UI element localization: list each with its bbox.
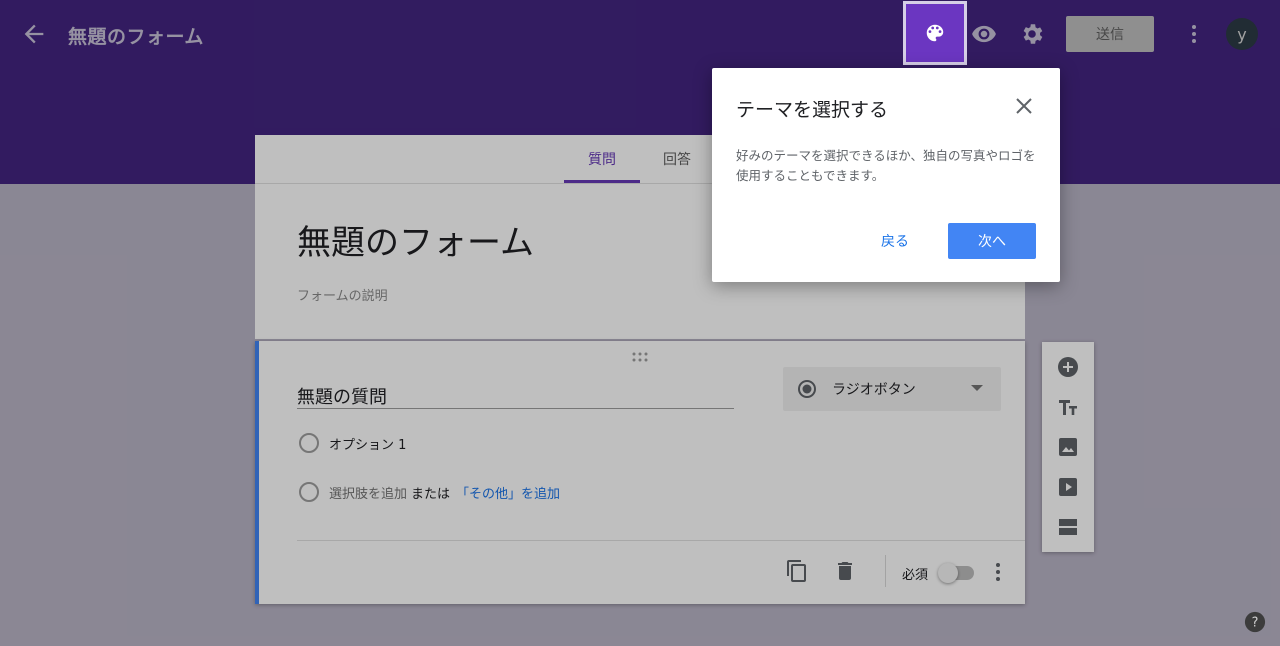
svg-text:?: ? — [1252, 616, 1259, 631]
dialog-back-button[interactable]: 戻る — [862, 223, 928, 259]
palette-icon — [926, 24, 944, 42]
dialog-title: テーマを選択する — [736, 99, 889, 121]
modal-scrim[interactable] — [0, 0, 1280, 646]
palette-button-highlight[interactable] — [903, 1, 967, 65]
close-icon[interactable] — [1012, 94, 1036, 118]
dialog-next-button[interactable]: 次へ — [948, 223, 1036, 259]
theme-dialog: テーマを選択する 好みのテーマを選択できるほか、独自の写真やロゴを使用することも… — [712, 68, 1060, 282]
dialog-body: 好みのテーマを選択できるほか、独自の写真やロゴを使用することもできます。 — [736, 148, 1036, 183]
help-icon[interactable]: ? — [1244, 611, 1266, 633]
